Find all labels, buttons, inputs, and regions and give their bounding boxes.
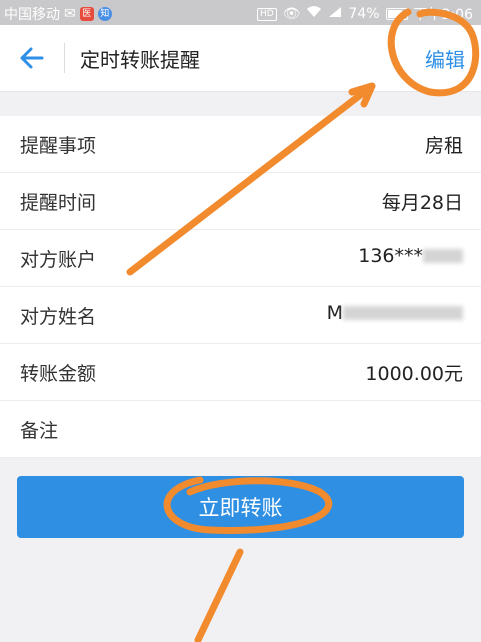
- detail-value: 136***: [358, 245, 423, 267]
- detail-value: 每月28日: [381, 192, 463, 214]
- detail-row-name: 对方姓名 M: [0, 287, 481, 344]
- detail-row-note: 备注: [0, 401, 481, 458]
- signal-icon: [328, 6, 342, 22]
- redacted-block: [343, 306, 463, 320]
- detail-label: 提醒时间: [20, 192, 97, 214]
- detail-row-item: 提醒事项 房租: [0, 116, 481, 173]
- redacted-block: [423, 249, 463, 263]
- back-arrow-icon: [20, 47, 44, 69]
- detail-list: 提醒事项 房租 提醒时间 每月28日 对方账户 136*** 对方姓名 M 转账…: [0, 116, 481, 458]
- battery-icon: [385, 8, 408, 20]
- header-divider: [64, 43, 65, 73]
- detail-label: 备注: [20, 420, 59, 442]
- detail-row-account: 对方账户 136***: [0, 230, 481, 287]
- detail-label: 转账金额: [20, 363, 97, 385]
- detail-value: 房租: [424, 135, 463, 157]
- detail-row-time: 提醒时间 每月28日: [0, 173, 481, 230]
- app-notification-icon: 知: [97, 7, 112, 21]
- app-badge-icon: 医: [79, 7, 94, 21]
- detail-value-wrap: 136***: [358, 245, 463, 267]
- carrier-name: 中国移动: [4, 7, 60, 23]
- detail-row-amount: 转账金额 1000.00元: [0, 344, 481, 401]
- detail-value-wrap: M: [327, 302, 463, 324]
- detail-value: M: [326, 302, 343, 324]
- annotation-arrow-button: [194, 548, 244, 642]
- clock: 下午3:06: [413, 7, 473, 23]
- page-title: 定时转账提醒: [80, 48, 200, 72]
- edit-button[interactable]: 编辑: [425, 44, 465, 73]
- detail-label: 对方账户: [20, 249, 97, 271]
- detail-value: 1000.00元: [365, 363, 463, 385]
- battery-percent: 74%: [348, 6, 380, 22]
- eye-icon: 👁: [282, 6, 301, 22]
- detail-label: 提醒事项: [20, 135, 97, 157]
- detail-label: 对方姓名: [20, 306, 97, 328]
- hd-icon: HD: [256, 7, 277, 21]
- notification-icon: ✉: [64, 6, 76, 22]
- transfer-now-button[interactable]: 立即转账: [17, 476, 464, 538]
- status-bar: 中国移动 ✉ 医 知 HD 👁 74% 下午3:06: [0, 0, 481, 25]
- app-header: 定时转账提醒 编辑: [0, 25, 481, 92]
- wifi-icon: [306, 6, 322, 22]
- back-button[interactable]: [14, 43, 48, 73]
